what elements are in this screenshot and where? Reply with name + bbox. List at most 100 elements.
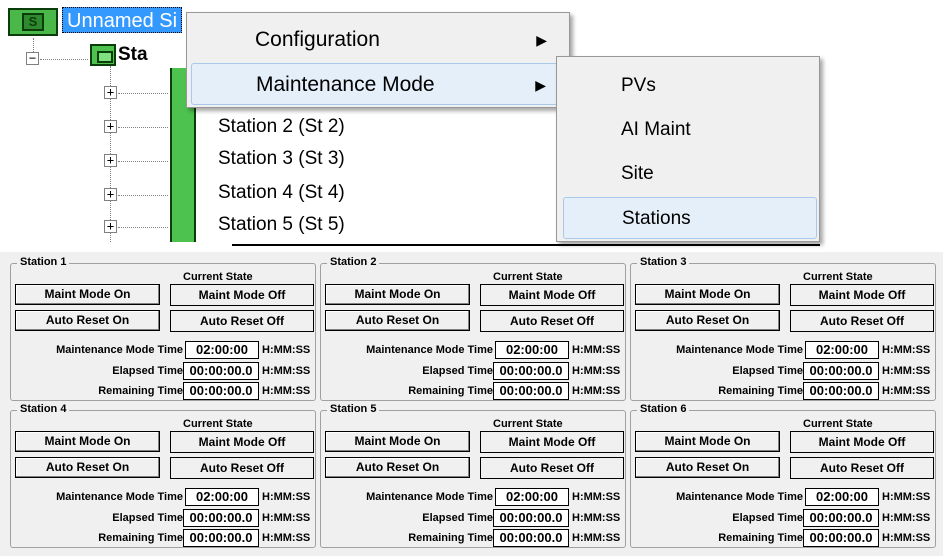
maint-mode-on-button[interactable]: Maint Mode On [635, 284, 780, 305]
tree-line [40, 59, 88, 60]
auto-reset-on-button[interactable]: Auto Reset On [635, 457, 780, 478]
collapse-icon[interactable]: − [26, 52, 39, 65]
station-node-label[interactable]: Station 5 (St 5) [218, 214, 345, 236]
elapsed-time-value: 00:00:00.0 [183, 509, 259, 527]
maint-time-input[interactable]: 02:00:00 [185, 488, 259, 506]
maint-time-label: Maintenance Mode Time [366, 344, 493, 356]
maint-mode-state: Maint Mode Off [480, 431, 624, 453]
remaining-time-unit: H:MM:SS [882, 532, 931, 544]
elapsed-time-unit: H:MM:SS [572, 512, 621, 524]
remaining-time-value: 00:00:00.0 [493, 382, 569, 400]
submenu-item-pvs[interactable]: PVs [563, 65, 817, 107]
maint-time-label: Maintenance Mode Time [366, 491, 493, 503]
maint-mode-state: Maint Mode Off [170, 431, 314, 453]
remaining-time-value: 00:00:00.0 [183, 382, 259, 400]
auto-reset-state: Auto Reset Off [170, 457, 314, 479]
maint-time-unit: H:MM:SS [572, 491, 621, 503]
elapsed-time-label: Elapsed Time [732, 512, 803, 524]
expand-icon[interactable]: + [104, 220, 117, 233]
current-state-label: Current State [183, 418, 253, 430]
divider [232, 244, 820, 246]
current-state-label: Current State [183, 271, 253, 283]
elapsed-time-unit: H:MM:SS [262, 365, 311, 377]
maint-time-input[interactable]: 02:00:00 [805, 341, 879, 359]
current-state-label: Current State [493, 271, 563, 283]
maint-mode-state: Maint Mode Off [790, 284, 934, 306]
menu-item-label: Maintenance Mode [256, 73, 435, 96]
maint-time-unit: H:MM:SS [882, 344, 931, 356]
station-node-label[interactable]: Station 3 (St 3) [218, 148, 345, 170]
elapsed-time-value: 00:00:00.0 [803, 362, 879, 380]
menu-item-maintenance-mode[interactable]: Maintenance Mode ▶ [191, 63, 565, 105]
maint-time-label: Maintenance Mode Time [56, 344, 183, 356]
submenu-item-site[interactable]: Site [563, 153, 817, 195]
maint-mode-on-button[interactable]: Maint Mode On [635, 431, 780, 452]
remaining-time-label: Remaining Time [718, 532, 803, 544]
remaining-time-unit: H:MM:SS [882, 385, 931, 397]
auto-reset-on-button[interactable]: Auto Reset On [635, 310, 780, 331]
expand-icon[interactable]: + [104, 154, 117, 167]
auto-reset-on-button[interactable]: Auto Reset On [325, 310, 470, 331]
elapsed-time-unit: H:MM:SS [882, 512, 931, 524]
station-node-label[interactable]: Sta [118, 44, 148, 66]
expand-icon[interactable]: + [104, 86, 117, 99]
station-group-title: Station 3 [637, 256, 690, 268]
maint-time-unit: H:MM:SS [572, 344, 621, 356]
station-group: Station 2 Current State Maint Mode On Ma… [320, 256, 626, 401]
remaining-time-label: Remaining Time [408, 385, 493, 397]
maint-mode-on-button[interactable]: Maint Mode On [325, 284, 470, 305]
station-group-title: Station 4 [17, 403, 70, 415]
maint-time-label: Maintenance Mode Time [676, 491, 803, 503]
remaining-time-value: 00:00:00.0 [803, 382, 879, 400]
auto-reset-state: Auto Reset Off [790, 310, 934, 332]
remaining-time-unit: H:MM:SS [262, 532, 311, 544]
station-node-label[interactable]: Station 4 (St 4) [218, 182, 345, 204]
site-icon-letter: S [22, 13, 44, 31]
current-state-label: Current State [803, 418, 873, 430]
maint-mode-on-button[interactable]: Maint Mode On [15, 431, 160, 452]
elapsed-time-value: 00:00:00.0 [493, 362, 569, 380]
site-icon: S [8, 8, 58, 36]
elapsed-time-label: Elapsed Time [422, 365, 493, 377]
tree-line [118, 127, 168, 128]
maint-time-input[interactable]: 02:00:00 [805, 488, 879, 506]
site-node-label[interactable]: Unnamed Si [62, 7, 183, 33]
maint-time-unit: H:MM:SS [882, 491, 931, 503]
elapsed-time-label: Elapsed Time [112, 365, 183, 377]
station-node-label[interactable]: Station 2 (St 2) [218, 116, 345, 138]
maint-time-label: Maintenance Mode Time [676, 344, 803, 356]
auto-reset-on-button[interactable]: Auto Reset On [325, 457, 470, 478]
maint-time-input[interactable]: 02:00:00 [495, 488, 569, 506]
remaining-time-value: 00:00:00.0 [803, 529, 879, 547]
context-menu: Configuration ▶ Maintenance Mode ▶ [186, 12, 570, 108]
remaining-time-value: 00:00:00.0 [493, 529, 569, 547]
submenu-arrow-icon: ▶ [535, 77, 546, 93]
auto-reset-on-button[interactable]: Auto Reset On [15, 310, 160, 331]
submenu-item-ai-maint[interactable]: AI Maint [563, 109, 817, 151]
submenu-arrow-icon: ▶ [536, 32, 547, 48]
elapsed-time-value: 00:00:00.0 [183, 362, 259, 380]
tree-line [118, 93, 168, 94]
remaining-time-unit: H:MM:SS [262, 385, 311, 397]
elapsed-time-value: 00:00:00.0 [803, 509, 879, 527]
station-panels: Station 1 Current State Maint Mode On Ma… [0, 252, 943, 556]
remaining-time-label: Remaining Time [98, 532, 183, 544]
elapsed-time-label: Elapsed Time [732, 365, 803, 377]
maint-mode-on-button[interactable]: Maint Mode On [325, 431, 470, 452]
station-group: Station 3 Current State Maint Mode On Ma… [630, 256, 936, 401]
menu-item-label: Configuration [255, 28, 380, 51]
expand-icon[interactable]: + [104, 120, 117, 133]
menu-item-configuration[interactable]: Configuration ▶ [191, 19, 565, 61]
submenu-item-stations[interactable]: Stations [563, 197, 817, 239]
auto-reset-state: Auto Reset Off [170, 310, 314, 332]
remaining-time-label: Remaining Time [408, 532, 493, 544]
station-group-title: Station 1 [17, 256, 70, 268]
elapsed-time-unit: H:MM:SS [572, 365, 621, 377]
maint-time-input[interactable]: 02:00:00 [495, 341, 569, 359]
auto-reset-on-button[interactable]: Auto Reset On [15, 457, 160, 478]
maint-time-input[interactable]: 02:00:00 [185, 341, 259, 359]
maint-mode-on-button[interactable]: Maint Mode On [15, 284, 160, 305]
maint-mode-state: Maint Mode Off [170, 284, 314, 306]
expand-icon[interactable]: + [104, 188, 117, 201]
station-node-icon [90, 44, 116, 66]
